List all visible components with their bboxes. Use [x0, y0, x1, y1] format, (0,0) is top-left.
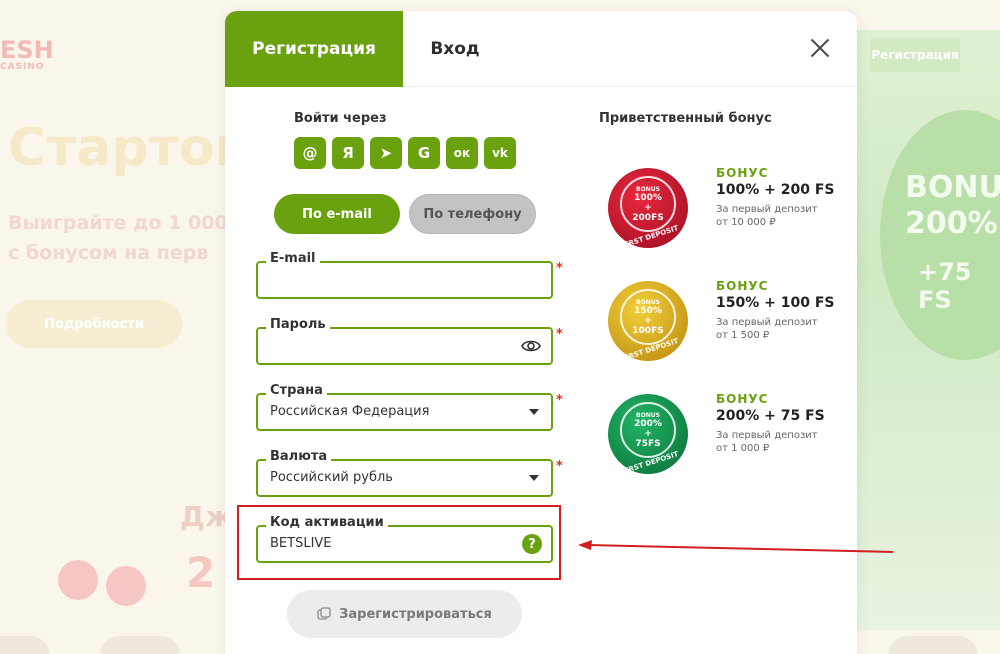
required-mark: * — [556, 459, 563, 474]
bonus-desc-line1: За первый депозит — [716, 204, 818, 215]
email-icon[interactable]: @ — [294, 137, 326, 169]
email-field-label: E-mail — [266, 251, 320, 266]
background-bottom-pill — [0, 636, 50, 654]
method-phone-button[interactable]: По телефону — [409, 194, 536, 234]
currency-field-label: Валюта — [266, 449, 332, 464]
background-subtitle: Выиграйте до 1 000 с бонусом на перв — [8, 208, 228, 268]
currency-select[interactable]: Валюта Российский рубль — [256, 449, 553, 497]
background-more-button[interactable]: Подробности — [6, 300, 182, 348]
dice-icon — [317, 607, 331, 620]
background-promo-fs: +75 FS — [918, 258, 972, 314]
badge-main1: 100% — [634, 192, 662, 203]
required-mark: * — [556, 393, 563, 408]
bonus-amount: 200% + 75 FS — [716, 408, 825, 424]
bonus-amount: 100% + 200 FS — [716, 182, 835, 198]
badge-text: BONUS 200% + 75FS — [620, 402, 676, 458]
close-icon[interactable] — [809, 37, 831, 59]
currency-field-value: Российский рубль — [270, 470, 393, 485]
background-promo-line2: 200% — [905, 206, 998, 241]
google-icon[interactable]: G — [408, 137, 440, 169]
method-email-button[interactable]: По e-mail — [274, 194, 400, 234]
telegram-icon[interactable]: ➤ — [370, 137, 402, 169]
bonus-desc-line1: За первый депозит — [716, 430, 818, 441]
bonus-desc-line1: За первый депозит — [716, 317, 818, 328]
bonus-description: За первый депозит от 1 000 ₽ — [716, 429, 818, 455]
vk-icon[interactable]: vk — [484, 137, 516, 169]
badge-main1: 150% — [634, 305, 662, 316]
badge-top: BONUS — [636, 411, 660, 419]
bonus-card: BONUS 100% + 200FS FIRST DEPOSIT БОНУС 1… — [601, 161, 841, 257]
tab-register[interactable]: Регистрация — [225, 11, 403, 87]
cherry-icon — [58, 560, 98, 600]
country-select[interactable]: Страна Российская Федерация — [256, 383, 553, 431]
bonus-label: БОНУС — [716, 392, 769, 406]
badge-plus: + — [644, 315, 652, 326]
chevron-down-icon[interactable] — [529, 409, 539, 415]
email-field[interactable]: E-mail — [256, 251, 553, 299]
background-promo-text: BONUS 200% — [905, 170, 1000, 242]
required-mark: * — [556, 327, 563, 342]
tab-login[interactable]: Вход — [403, 11, 507, 87]
register-submit-label: Зарегистрироваться — [339, 606, 492, 622]
yandex-icon[interactable]: Я — [332, 137, 364, 169]
background-title: Стартов — [8, 118, 248, 178]
country-field-value: Российская Федерация — [270, 404, 430, 419]
bonus-desc-line2: от 1 500 ₽ — [716, 330, 770, 341]
badge-main1: 200% — [634, 418, 662, 429]
background-logo: ESH CASINO — [0, 36, 54, 72]
badge-text: BONUS 150% + 100FS — [620, 289, 676, 345]
badge-main2: 100FS — [632, 325, 664, 336]
required-mark: * — [556, 261, 563, 276]
bonus-description: За первый депозит от 10 000 ₽ — [716, 203, 818, 229]
bonus-badge-icon: BONUS 100% + 200FS FIRST DEPOSIT — [601, 161, 695, 255]
bonus-amount: 150% + 100 FS — [716, 295, 835, 311]
chevron-down-icon[interactable] — [529, 475, 539, 481]
login-via-label: Войти через — [294, 111, 387, 126]
bonus-badge-icon: BONUS 150% + 100FS FIRST DEPOSIT — [601, 274, 695, 368]
bonus-label: БОНУС — [716, 166, 769, 180]
welcome-bonus-heading: Приветственный бонус — [599, 111, 772, 126]
password-field[interactable]: Пароль — [256, 317, 553, 365]
background-bottom-pill — [888, 636, 978, 654]
background-promo-line1: BONUS — [905, 170, 1000, 205]
badge-plus: + — [644, 428, 652, 439]
badge-top: BONUS — [636, 185, 660, 193]
badge-main2: 200FS — [632, 212, 664, 223]
background-subtitle-line1: Выиграйте до 1 000 — [8, 212, 228, 234]
country-field-label: Страна — [266, 383, 327, 398]
bonus-card: BONUS 150% + 100FS FIRST DEPOSIT БОНУС 1… — [601, 274, 841, 370]
badge-main2: 75FS — [635, 438, 661, 449]
badge-plus: + — [644, 202, 652, 213]
badge-text: BONUS 100% + 200FS — [620, 176, 676, 232]
register-submit-button[interactable]: Зарегистрироваться — [287, 590, 522, 638]
background-logo-text: ESH — [0, 36, 54, 64]
background-jackpot-value: 2 — [186, 548, 216, 597]
bonus-card: BONUS 200% + 75FS FIRST DEPOSIT БОНУС 20… — [601, 387, 841, 483]
background-register-tab[interactable]: Регистрация — [870, 38, 960, 72]
annotation-arrow-icon — [578, 540, 894, 553]
odnoklassniki-icon[interactable]: ок — [446, 137, 478, 169]
bonus-badge-icon: BONUS 200% + 75FS FIRST DEPOSIT — [601, 387, 695, 481]
bonus-desc-line2: от 1 000 ₽ — [716, 443, 770, 454]
modal-tabs: Регистрация Вход — [225, 11, 857, 87]
highlight-box — [237, 505, 561, 580]
password-field-label: Пароль — [266, 317, 330, 332]
background-subtitle-line2: с бонусом на перв — [8, 242, 209, 264]
bonus-label: БОНУС — [716, 279, 769, 293]
background-bottom-pill — [100, 636, 180, 654]
eye-icon[interactable] — [521, 338, 541, 354]
bonus-desc-line2: от 10 000 ₽ — [716, 217, 776, 228]
cherry-icon — [106, 566, 146, 606]
background-logo-subtext: CASINO — [0, 62, 45, 72]
badge-top: BONUS — [636, 298, 660, 306]
bonus-description: За первый депозит от 1 500 ₽ — [716, 316, 818, 342]
